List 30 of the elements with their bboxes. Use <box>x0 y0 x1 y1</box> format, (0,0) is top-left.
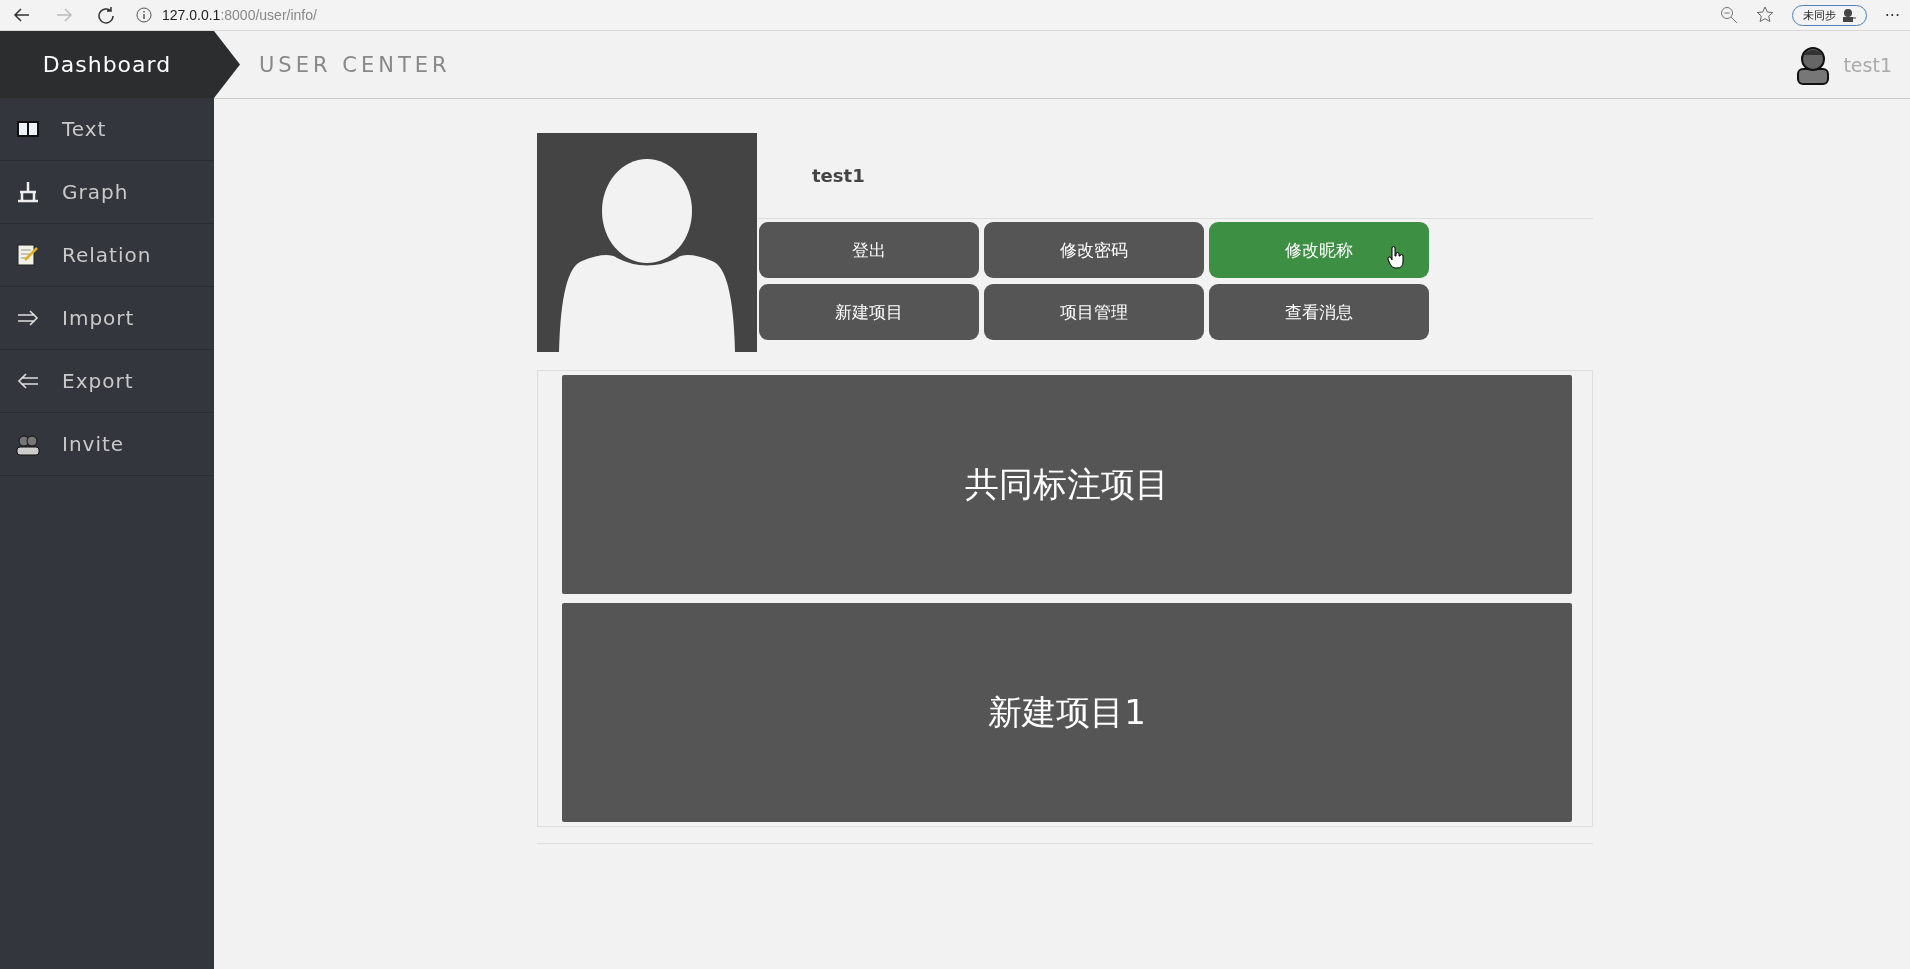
sidebar-item[interactable]: Export <box>0 350 214 413</box>
reload-icon[interactable] <box>97 6 115 24</box>
people-icon <box>16 432 40 456</box>
breadcrumb-arrow-icon <box>214 31 240 98</box>
action-button[interactable]: 项目管理 <box>984 284 1204 340</box>
hierarchy-icon <box>16 180 40 204</box>
address-field[interactable]: 127.0.0.1:8000/user/info/ <box>162 7 317 23</box>
back-icon[interactable] <box>13 6 31 24</box>
profile-username: test1 <box>757 133 1593 219</box>
action-button[interactable]: 登出 <box>759 222 979 278</box>
profile-icon <box>1841 8 1856 22</box>
sidebar-item[interactable]: Graph <box>0 161 214 224</box>
action-button[interactable]: 新建项目 <box>759 284 979 340</box>
hand-cursor-icon <box>1387 246 1405 270</box>
sidebar-item[interactable]: Invite <box>0 413 214 476</box>
page-title: USER CENTER <box>259 52 451 77</box>
action-button[interactable]: 修改昵称 <box>1209 222 1429 278</box>
project-card[interactable]: 共同标注项目 <box>562 375 1572 594</box>
sidebar-item[interactable]: Import <box>0 287 214 350</box>
zoom-out-icon[interactable] <box>1719 6 1738 24</box>
star-icon[interactable] <box>1755 6 1774 24</box>
info-icon[interactable] <box>136 7 152 23</box>
sidebar-item[interactable]: Relation <box>0 224 214 287</box>
action-button[interactable]: 查看消息 <box>1209 284 1429 340</box>
project-card[interactable]: 新建项目1 <box>562 603 1572 822</box>
user-avatar-icon[interactable] <box>1795 44 1832 85</box>
action-button[interactable]: 修改密码 <box>984 222 1204 278</box>
notepad-icon <box>16 243 40 267</box>
more-menu-button[interactable]: ··· <box>1884 5 1900 25</box>
sidebar-item[interactable]: Text <box>0 98 214 161</box>
